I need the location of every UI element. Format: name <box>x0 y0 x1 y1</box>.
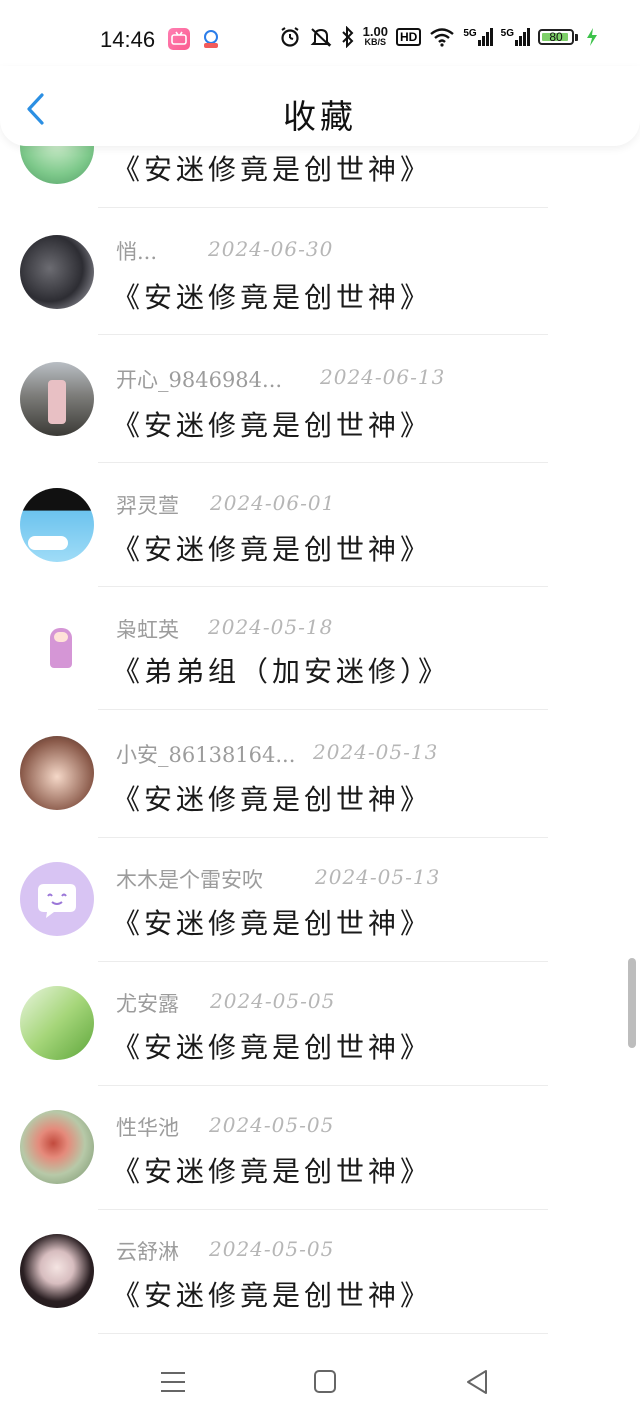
home-icon[interactable] <box>310 1368 340 1396</box>
header-bar: 收藏 <box>0 66 640 146</box>
item-title: 《安迷修竟是创世神》 <box>112 153 433 186</box>
item-title: 《安迷修竟是创世神》 <box>112 783 433 816</box>
wifi-icon <box>430 28 455 47</box>
system-nav-bar <box>0 1340 640 1422</box>
bluetooth-icon <box>341 26 354 48</box>
network-speed: 1.00 KB/S <box>362 24 388 47</box>
bilibili-app-icon <box>168 28 190 50</box>
item-author: 羿灵萱 <box>116 494 179 518</box>
back-triangle-icon[interactable] <box>462 1368 492 1396</box>
item-date: 2024-05-13 <box>313 740 439 764</box>
signal-icon: 5G <box>501 28 530 46</box>
item-author: 尤安露 <box>116 992 179 1016</box>
item-author: 木木是个雷安吹 <box>116 868 263 892</box>
item-author: 云舒淋 <box>116 1240 179 1264</box>
favorites-page: 14:46 1.00 KB/S HD 5G 5G 80 《安迷修竟是创世神》 悄… <box>0 0 640 1422</box>
item-date: 2024-05-18 <box>208 615 334 639</box>
item-title: 《安迷修竟是创世神》 <box>112 281 433 314</box>
avatar[interactable] <box>20 1110 94 1184</box>
item-date: 2024-06-13 <box>320 365 446 389</box>
avatar[interactable] <box>20 488 94 562</box>
avatar[interactable] <box>20 235 94 309</box>
item-author: 悄... <box>116 240 158 264</box>
divider <box>98 1209 548 1210</box>
item-date: 2024-05-13 <box>315 865 441 889</box>
status-time: 14:46 <box>100 27 156 52</box>
item-title: 《安迷修竟是创世神》 <box>112 1031 433 1064</box>
item-author: 小安_86138164... <box>116 743 296 767</box>
alarm-icon <box>281 27 299 47</box>
item-title: 《安迷修竟是创世神》 <box>112 1155 433 1188</box>
avatar[interactable] <box>20 1234 94 1308</box>
menu-icon[interactable] <box>158 1368 188 1396</box>
charging-icon <box>587 28 597 46</box>
divider <box>98 837 548 838</box>
avatar[interactable] <box>20 610 94 684</box>
avatar[interactable] <box>20 362 94 436</box>
item-date: 2024-05-05 <box>210 989 336 1013</box>
item-author: 开心_9846984... <box>116 368 283 392</box>
item-title: 《安迷修竟是创世神》 <box>112 907 433 940</box>
item-date: 2024-05-05 <box>209 1237 335 1261</box>
divider <box>98 462 548 463</box>
battery-icon: 80 <box>538 29 578 45</box>
item-title: 《弟弟组（加安迷修）》 <box>112 655 451 688</box>
hd-voice-icon: HD <box>395 28 422 46</box>
item-title: 《安迷修竟是创世神》 <box>112 533 433 566</box>
item-date: 2024-06-30 <box>208 237 334 261</box>
item-title: 《安迷修竟是创世神》 <box>112 1279 433 1312</box>
divider <box>98 709 548 710</box>
status-icons: 1.00 KB/S HD 5G 5G 80 <box>279 24 598 48</box>
divider <box>98 1085 548 1086</box>
battery-level: 80 <box>549 30 563 44</box>
divider <box>98 1333 548 1334</box>
mute-icon <box>310 28 332 47</box>
page-title: 收藏 <box>283 97 357 136</box>
divider <box>98 334 548 335</box>
avatar[interactable] <box>20 986 94 1060</box>
scrollbar-thumb[interactable] <box>628 958 636 1048</box>
avatar[interactable] <box>20 862 94 936</box>
item-date: 2024-05-05 <box>209 1113 335 1137</box>
item-title: 《安迷修竟是创世神》 <box>112 409 433 442</box>
item-author: 枭虹英 <box>116 618 179 642</box>
item-date: 2024-06-01 <box>210 491 336 515</box>
item-author: 性华池 <box>116 1116 179 1140</box>
avatar[interactable] <box>20 736 94 810</box>
app-notification-icon <box>200 28 222 50</box>
divider <box>98 586 548 587</box>
divider <box>98 961 548 962</box>
divider <box>98 207 548 208</box>
signal-icon: 5G <box>463 28 493 46</box>
